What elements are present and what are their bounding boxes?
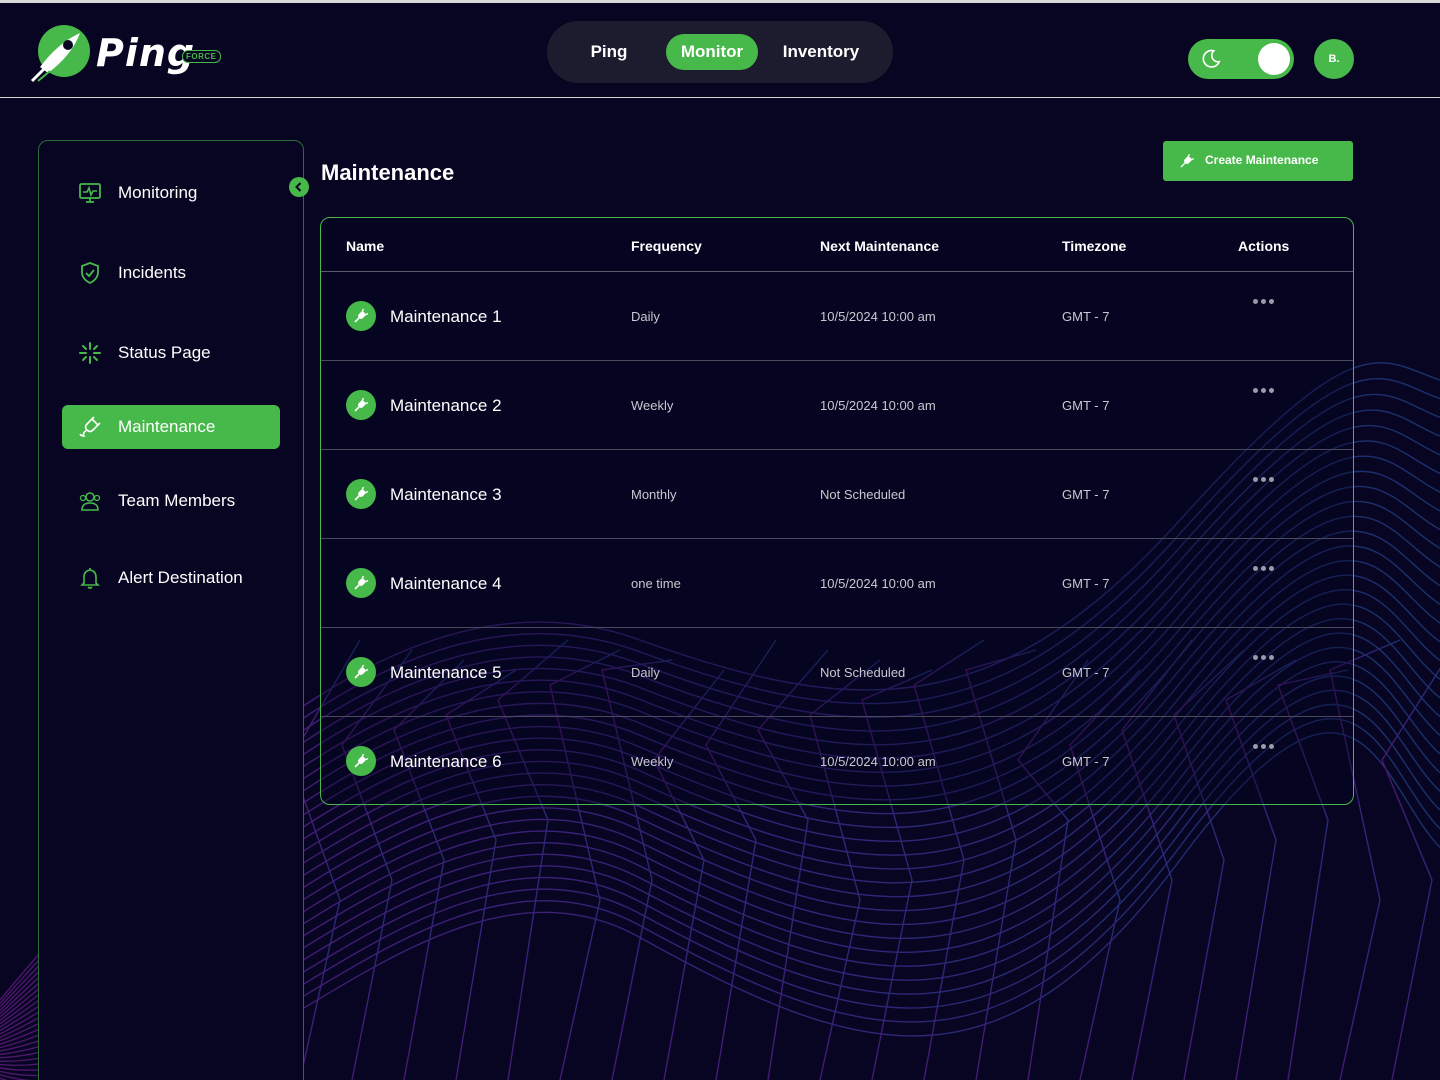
table-row[interactable]: Maintenance 4 one time 10/5/2024 10:00 am G…	[321, 539, 1353, 628]
sidebar-item-alert-destination[interactable]: Alert Destination	[62, 556, 280, 600]
maintenance-next: 10/5/2024 10:00 am	[820, 754, 936, 769]
bell-icon	[80, 568, 100, 589]
maintenance-name[interactable]: Maintenance 1	[390, 307, 502, 327]
maintenance-plug-icon	[346, 390, 376, 420]
page-title: Maintenance	[321, 160, 455, 185]
maintenance-frequency: Daily	[631, 665, 660, 680]
col-header-frequency[interactable]: Frequency	[631, 238, 702, 254]
maintenance-name[interactable]: Maintenance 6	[390, 752, 502, 772]
row-actions-menu-icon[interactable]	[1252, 652, 1276, 662]
maintenance-plug-icon	[346, 301, 376, 331]
maintenance-next: 10/5/2024 10:00 am	[820, 576, 936, 591]
sidebar-item-incidents[interactable]: Incidents	[62, 251, 280, 295]
logo-wordmark: Ping	[96, 31, 196, 75]
theme-toggle[interactable]	[1188, 39, 1294, 79]
maintenance-plug-icon	[346, 657, 376, 687]
monitor-icon	[79, 183, 101, 203]
row-actions-menu-icon[interactable]	[1252, 296, 1276, 306]
sidebar-item-label: Monitoring	[118, 183, 198, 202]
maintenance-frequency: one time	[631, 576, 681, 591]
avatar[interactable]: B.	[1314, 39, 1354, 79]
sidebar-item-label: Status Page	[118, 343, 211, 362]
maintenance-name[interactable]: Maintenance 5	[390, 663, 502, 683]
moon-icon	[1202, 49, 1221, 68]
maintenance-frequency: Monthly	[631, 487, 677, 502]
maintenance-name[interactable]: Maintenance 4	[390, 574, 502, 594]
sidebar-collapse-button[interactable]	[289, 177, 309, 197]
sidebar-item-label: Alert Destination	[118, 568, 243, 587]
table-row[interactable]: Maintenance 1 Daily 10/5/2024 10:00 am GMT …	[321, 272, 1353, 361]
maintenance-timezone: GMT - 7	[1062, 576, 1110, 591]
status-burst-icon	[79, 342, 101, 364]
maintenance-timezone: GMT - 7	[1062, 665, 1110, 680]
plug-icon	[1180, 153, 1195, 168]
maintenance-frequency: Weekly	[631, 754, 674, 769]
tab-monitor[interactable]: Monitor	[666, 34, 758, 70]
row-actions-menu-icon[interactable]	[1252, 741, 1276, 751]
table-row[interactable]: Maintenance 5 Daily Not Scheduled GMT - 7	[321, 628, 1353, 717]
maintenance-timezone: GMT - 7	[1062, 309, 1110, 324]
table-row[interactable]: Maintenance 3 Monthly Not Scheduled GMT - 7	[321, 450, 1353, 539]
sidebar-item-team-members[interactable]: Team Members	[62, 479, 280, 523]
wave-line	[1381, 667, 1440, 1080]
maintenance-plug-icon	[346, 479, 376, 509]
tab-inventory[interactable]: Inventory	[775, 34, 867, 70]
sidebar-item-maintenance[interactable]: Maintenance	[62, 405, 280, 449]
maintenance-table: Name Frequency Next Maintenance Timezone…	[320, 217, 1354, 805]
maintenance-next: 10/5/2024 10:00 am	[820, 309, 936, 324]
table-row[interactable]: Maintenance 6 Weekly 10/5/2024 10:00 am GMT…	[321, 717, 1353, 806]
col-header-name[interactable]: Name	[346, 238, 384, 254]
maintenance-plug-icon	[346, 746, 376, 776]
plug-icon	[79, 416, 101, 437]
maintenance-next: 10/5/2024 10:00 am	[820, 398, 936, 413]
top-header: Ping FORCE Ping Monitor Inventory B.	[0, 0, 1440, 98]
table-row[interactable]: Maintenance 2 Weekly 10/5/2024 10:00 am GMT…	[321, 361, 1353, 450]
maintenance-frequency: Weekly	[631, 398, 674, 413]
maintenance-next: Not Scheduled	[820, 487, 906, 502]
row-actions-menu-icon[interactable]	[1252, 385, 1276, 395]
sidebar-item-label: Maintenance	[118, 417, 216, 436]
toggle-knob	[1258, 43, 1290, 75]
shield-check-icon	[81, 262, 99, 285]
rocket-logo-icon	[30, 25, 90, 83]
maintenance-frequency: Daily	[631, 309, 660, 324]
ping-force-logo[interactable]: Ping FORCE	[30, 23, 221, 83]
sidebar: Monitoring Incidents Status Page Mainten…	[38, 140, 304, 1080]
maintenance-next: Not Scheduled	[820, 665, 906, 680]
team-icon	[79, 492, 101, 511]
col-header-next-maintenance[interactable]: Next Maintenance	[820, 238, 939, 254]
maintenance-timezone: GMT - 7	[1062, 398, 1110, 413]
top-nav: Ping Monitor Inventory	[547, 21, 893, 83]
maintenance-name[interactable]: Maintenance 3	[390, 485, 502, 505]
sidebar-item-label: Incidents	[118, 263, 187, 282]
col-header-actions: Actions	[1238, 238, 1290, 254]
logo-tag: FORCE	[182, 50, 221, 63]
sidebar-item-monitoring[interactable]: Monitoring	[62, 171, 280, 215]
row-actions-menu-icon[interactable]	[1252, 474, 1276, 484]
tab-ping[interactable]: Ping	[579, 34, 639, 70]
maintenance-timezone: GMT - 7	[1062, 487, 1110, 502]
col-header-timezone[interactable]: Timezone	[1062, 238, 1126, 254]
chevron-left-icon	[295, 182, 302, 192]
maintenance-plug-icon	[346, 568, 376, 598]
create-maintenance-button[interactable]: Create Maintenance	[1163, 141, 1353, 181]
row-actions-menu-icon[interactable]	[1252, 563, 1276, 573]
maintenance-name[interactable]: Maintenance 2	[390, 396, 502, 416]
table-header: Name Frequency Next Maintenance Timezone…	[321, 218, 1353, 272]
maintenance-timezone: GMT - 7	[1062, 754, 1110, 769]
sidebar-item-status-page[interactable]: Status Page	[62, 331, 280, 375]
create-maintenance-label: Create Maintenance	[1205, 153, 1319, 167]
sidebar-item-label: Team Members	[118, 491, 236, 510]
